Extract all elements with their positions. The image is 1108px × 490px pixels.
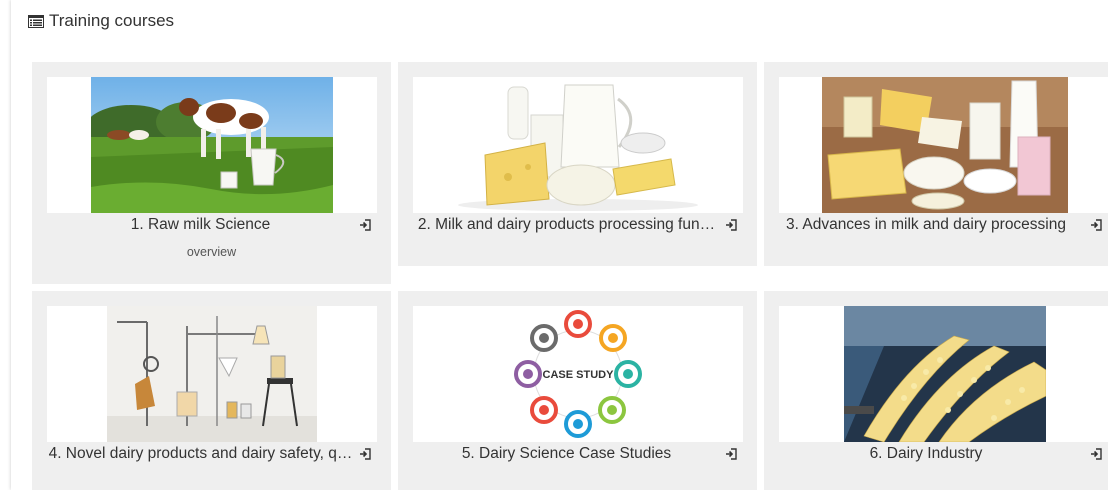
- cow-field-image[interactable]: [91, 77, 333, 213]
- course-title[interactable]: 5. Dairy Science Case Studies: [398, 445, 727, 463]
- course-card-6[interactable]: 6. Dairy Industry: [764, 291, 1108, 490]
- course-thumbnail-frame[interactable]: [779, 306, 1108, 442]
- course-card-3[interactable]: 3. Advances in milk and dairy processing: [764, 62, 1108, 266]
- dairy-products-image[interactable]: [413, 77, 743, 213]
- course-thumbnail-frame[interactable]: [47, 77, 377, 213]
- course-title[interactable]: 1. Raw milk Science: [32, 216, 361, 234]
- course-title[interactable]: 4. Novel dairy products and dairy safety…: [32, 445, 361, 463]
- course-card-2[interactable]: 2. Milk and dairy products processing fu…: [398, 62, 757, 266]
- course-card-4[interactable]: 4. Novel dairy products and dairy safety…: [32, 291, 391, 490]
- enter-icon[interactable]: [1090, 448, 1102, 460]
- dairy-table-image[interactable]: [822, 77, 1068, 213]
- enter-icon[interactable]: [359, 219, 371, 231]
- course-thumbnail-frame[interactable]: [779, 77, 1108, 213]
- enter-icon[interactable]: [725, 219, 737, 231]
- list-icon: [28, 14, 44, 28]
- course-thumbnail-frame[interactable]: CASE STUDY: [413, 306, 743, 442]
- course-thumbnail-frame[interactable]: [413, 77, 743, 213]
- bottling-line-image[interactable]: [844, 306, 1046, 442]
- course-card-1[interactable]: 1. Raw milk Science overview: [32, 62, 391, 284]
- overview-link[interactable]: overview: [32, 245, 391, 259]
- course-card-5[interactable]: CASE STUDY 5. Dairy Science Case Studies: [398, 291, 757, 490]
- section-header: Training courses: [28, 10, 174, 32]
- course-title[interactable]: 2. Milk and dairy products processing fu…: [398, 216, 727, 234]
- course-title[interactable]: 6. Dairy Industry: [764, 445, 1080, 463]
- enter-icon[interactable]: [725, 448, 737, 460]
- case-study-label: CASE STUDY: [543, 369, 615, 381]
- enter-icon[interactable]: [1090, 219, 1102, 231]
- course-thumbnail-frame[interactable]: [47, 306, 377, 442]
- section-title: Training courses: [49, 11, 175, 30]
- course-title[interactable]: 3. Advances in milk and dairy processing: [764, 216, 1080, 234]
- case-study-image[interactable]: CASE STUDY: [488, 306, 668, 442]
- lab-equipment-image[interactable]: [107, 306, 317, 442]
- enter-icon[interactable]: [359, 448, 371, 460]
